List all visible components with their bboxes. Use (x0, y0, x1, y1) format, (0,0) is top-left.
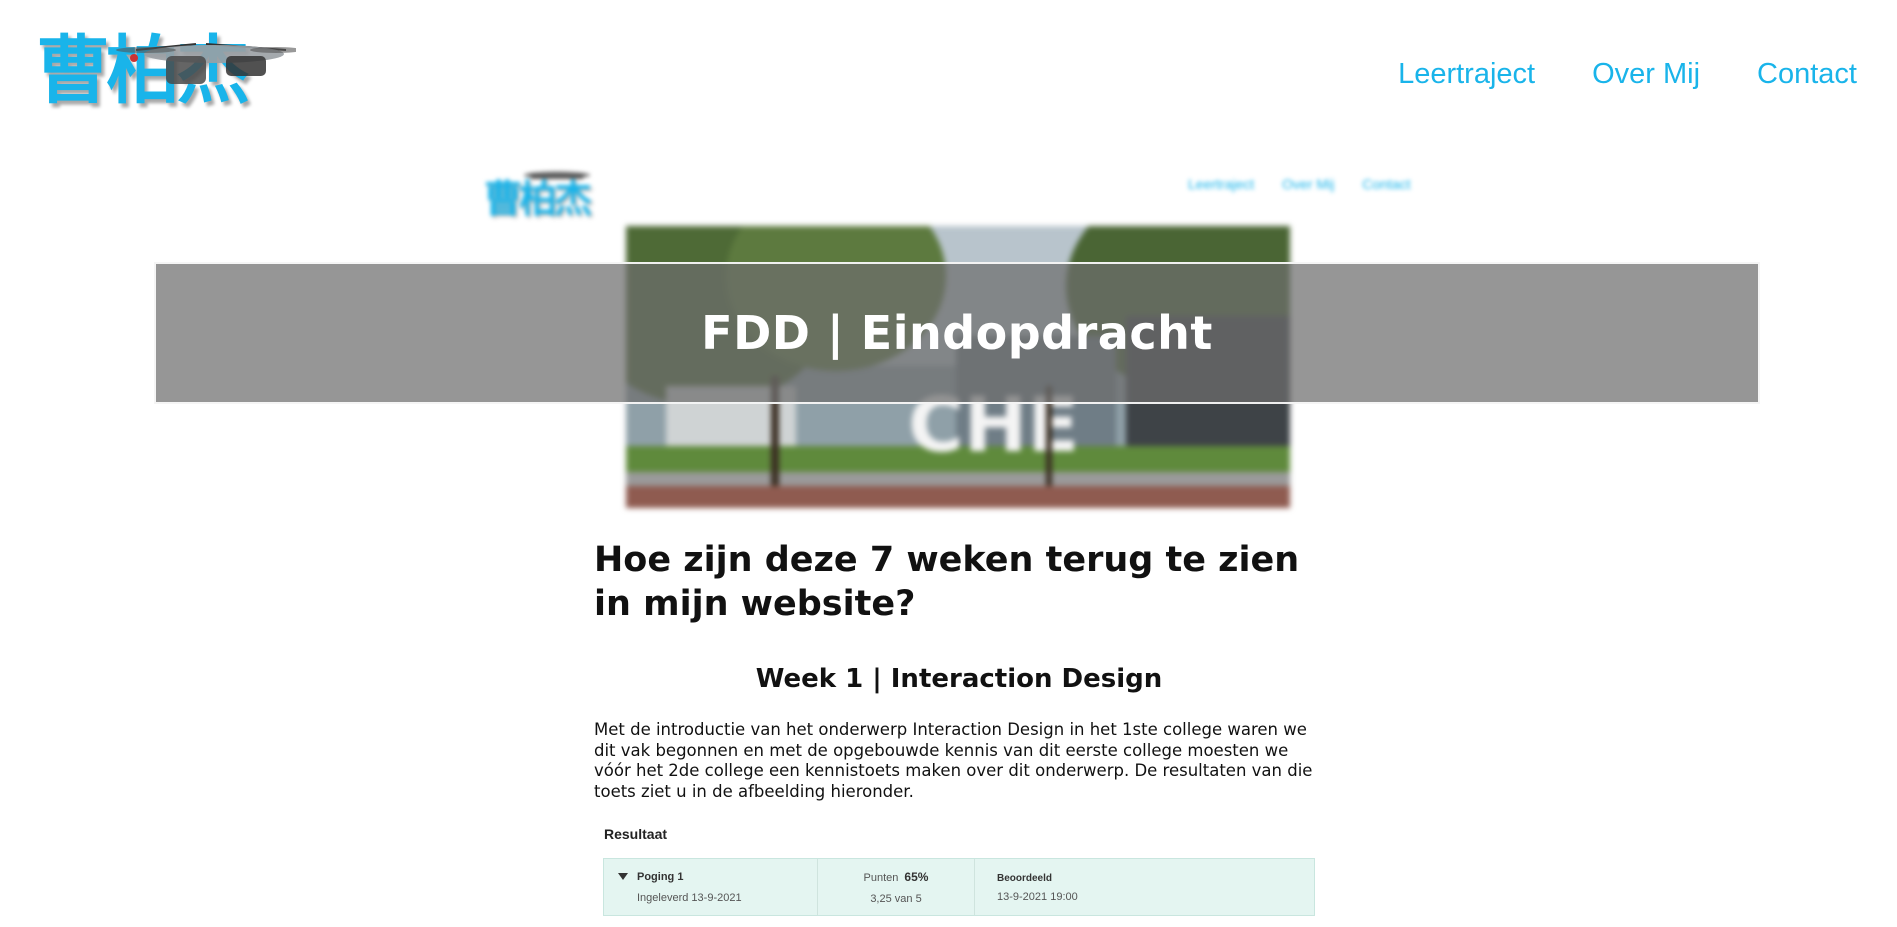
main-content: Hoe zijn deze 7 weken terug te zien in m… (594, 538, 1324, 802)
graded-cell: Beoordeeld 13-9-2021 19:00 (975, 859, 1314, 915)
result-label: Resultaat (604, 826, 668, 842)
nav-over-mij[interactable]: Over Mij (1592, 58, 1700, 91)
graded-label: Beoordeeld (997, 873, 1053, 884)
nav-leertraject[interactable]: Leertraject (1398, 58, 1535, 91)
preview-nav-contact: Contact (1362, 176, 1411, 192)
preview-drone-icon (523, 171, 591, 179)
page: 曹柏杰 Leertraject Over Mij Contact CHE 曹柏杰… (0, 0, 1897, 927)
section-heading: Hoe zijn deze 7 weken terug te zien in m… (594, 540, 1300, 624)
preview-nav-over-mij: Over Mij (1282, 176, 1335, 192)
points-label: Punten (863, 872, 899, 884)
main-nav: Leertraject Over Mij Contact (1398, 58, 1857, 91)
submitted-date: Ingeleverd 13-9-2021 (637, 892, 742, 904)
site-logo[interactable]: 曹柏杰 (36, 28, 296, 124)
points-percent: 65% (904, 870, 929, 884)
attempt-label[interactable]: Poging 1 (637, 871, 683, 883)
title-banner: FDD | Eindopdracht (154, 262, 1760, 404)
graded-date: 13-9-2021 19:00 (997, 891, 1078, 903)
drone-icon (116, 43, 296, 84)
nav-contact[interactable]: Contact (1757, 58, 1857, 91)
page-title: FDD | Eindopdracht (701, 306, 1213, 360)
week-description: Met de introductie van het onderwerp Int… (594, 720, 1313, 801)
result-table: Poging 1 Ingeleverd 13-9-2021 Punten 65% … (603, 858, 1315, 916)
preview-nav-leertraject: Leertraject (1188, 176, 1255, 192)
points-cell: Punten 65% 3,25 van 5 (818, 859, 975, 915)
attempt-cell: Poging 1 Ingeleverd 13-9-2021 (604, 859, 818, 915)
week-heading: Week 1 | Interaction Design (755, 664, 1163, 694)
caret-down-icon[interactable] (618, 873, 628, 880)
points-detail: 3,25 van 5 (870, 893, 922, 905)
points-row: Punten 65% (818, 870, 974, 884)
preview-nav: Leertraject Over Mij Contact (1188, 176, 1411, 192)
